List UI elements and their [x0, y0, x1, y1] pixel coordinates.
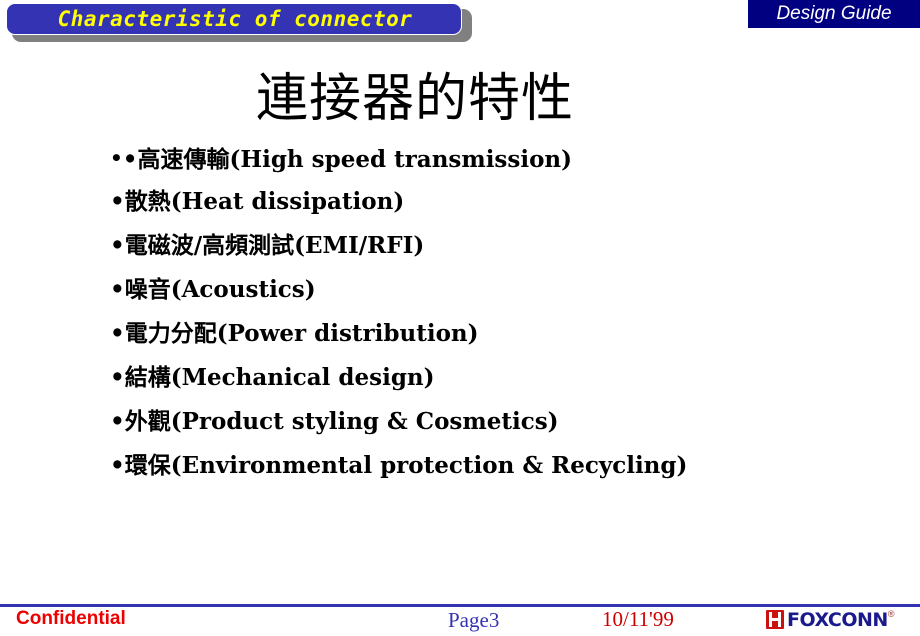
list-item: •環保(Environmental protection & Recycling… — [110, 444, 900, 488]
list-item-label: •噪音(Acoustics) — [110, 276, 316, 303]
list-item: •散熱(Heat dissipation) — [110, 180, 900, 224]
confidential-label: Confidential — [16, 608, 126, 629]
design-guide-band: Design Guide — [748, 0, 920, 28]
foxconn-h-crossbar — [769, 618, 781, 621]
slide-canvas: Characteristic of connector Design Guide… — [0, 0, 920, 636]
page-number-label: Page3 — [448, 608, 500, 632]
list-item: •結構(Mechanical design) — [110, 356, 900, 400]
list-item: •電力分配(Power distribution) — [110, 312, 900, 356]
list-item: •外觀(Product styling & Cosmetics) — [110, 400, 900, 444]
bullet-dot-icon: • — [110, 146, 123, 170]
bullet-list: ••高速傳輸(High speed transmission) •散熱(Heat… — [110, 136, 900, 488]
list-item-label: •電力分配(Power distribution) — [110, 320, 479, 347]
foxconn-h-mark-icon — [766, 610, 784, 629]
list-item-label: •環保(Environmental protection & Recycling… — [110, 452, 688, 479]
list-item-label: •電磁波/高頻測試(EMI/RFI) — [110, 232, 425, 259]
slide-header-title: Characteristic of connector — [57, 7, 413, 31]
list-item-label: •結構(Mechanical design) — [110, 364, 435, 391]
foxconn-logo: FOXCONN® — [766, 610, 894, 632]
list-item: •噪音(Acoustics) — [110, 268, 900, 312]
list-item-label: •高速傳輸(High speed transmission) — [122, 146, 573, 173]
design-guide-label: Design Guide — [776, 3, 892, 24]
page-title: 連接器的特性 — [255, 69, 574, 129]
list-item: •電磁波/高頻測試(EMI/RFI) — [110, 224, 900, 268]
slide-date-label: 10/11'99 — [602, 607, 674, 631]
list-item-label: •外觀(Product styling & Cosmetics) — [110, 408, 559, 435]
footer-divider — [0, 604, 920, 607]
foxconn-wordmark: FOXCONN — [787, 609, 888, 631]
slide-header-banner: Characteristic of connector — [6, 3, 462, 35]
list-item-label: •散熱(Heat dissipation) — [110, 188, 405, 215]
registered-trademark-icon: ® — [887, 609, 895, 619]
list-item: ••高速傳輸(High speed transmission) — [110, 136, 900, 180]
